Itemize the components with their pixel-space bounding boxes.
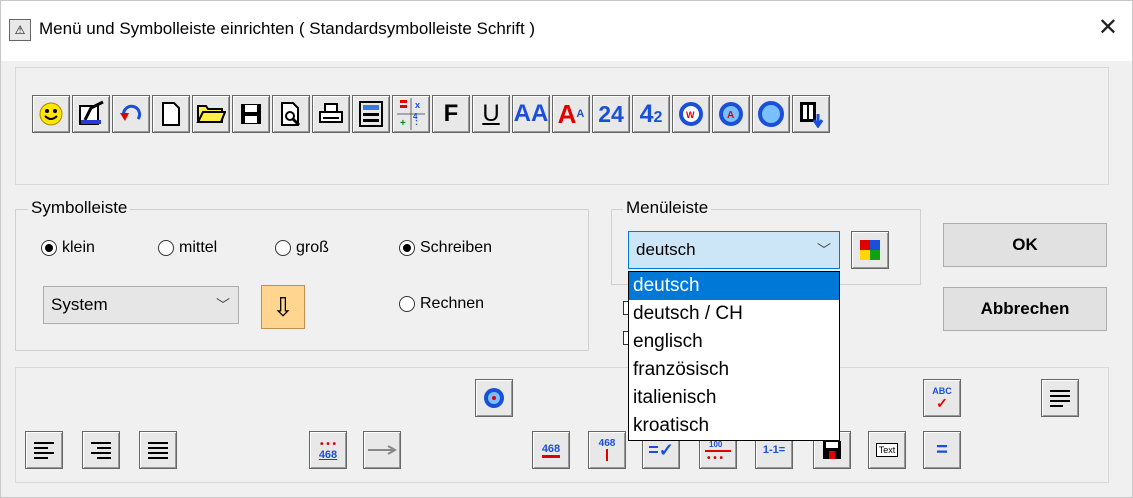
print-icon[interactable] [312, 95, 350, 133]
radio-klein[interactable]: klein [41, 239, 95, 257]
arrow-down-button[interactable]: ⇩ [261, 285, 305, 329]
written-addition-icon[interactable]: 468 [532, 431, 570, 469]
window-title: Menü und Symbolleiste einrichten ( Stand… [39, 19, 536, 38]
smiley-icon[interactable] [32, 95, 70, 133]
dropdown-option[interactable]: englisch [629, 328, 839, 356]
dropdown-option[interactable]: deutsch / CH [629, 300, 839, 328]
new-file-icon[interactable] [152, 95, 190, 133]
font-size-small: A [576, 108, 585, 120]
cancel-button[interactable]: Abbrechen [943, 287, 1107, 331]
radio-schreiben[interactable]: Schreiben [399, 239, 492, 257]
ok-button[interactable]: OK [943, 223, 1107, 267]
app-icon: ⚠ [9, 19, 31, 41]
save-icon[interactable] [232, 95, 270, 133]
title-bar: ⚠ Menü und Symbolleiste einrichten ( Sta… [1, 1, 1132, 61]
underline-u-icon[interactable]: U [472, 95, 510, 133]
menueleiste-select[interactable]: deutsch ﹀ [628, 231, 840, 269]
arrow-down-icon: ⇩ [272, 291, 294, 322]
menueleiste-select-value: deutsch [636, 240, 696, 259]
written-subtraction-icon[interactable]: 468 [588, 431, 626, 469]
written-addition-label: 468 [541, 443, 561, 458]
equals-label: = [936, 438, 948, 461]
chevron-down-icon: ﹀ [817, 242, 831, 258]
system-select-value: System [51, 295, 108, 314]
text-box-icon[interactable]: Text [868, 431, 906, 469]
circle-icon[interactable] [752, 95, 790, 133]
radio-dot [399, 240, 415, 256]
symbolleiste-group [15, 209, 589, 351]
svg-text:4: 4 [413, 112, 418, 121]
equals-icon[interactable]: = [923, 431, 961, 469]
radio-schreiben-label: Schreiben [420, 239, 493, 256]
undo-icon[interactable] [112, 95, 150, 133]
numbers-42-icon[interactable]: 42 [632, 95, 670, 133]
arrow-right-icon[interactable] [363, 431, 401, 469]
color-palette-button[interactable] [851, 231, 889, 269]
written-division-label: 468 [318, 448, 338, 461]
print-preview-icon[interactable] [272, 95, 310, 133]
bold-f-label: F [443, 100, 459, 127]
close-button[interactable]: ✕ [1098, 13, 1118, 42]
font-aa-icon[interactable]: AA [512, 95, 550, 133]
align-right-icon[interactable] [82, 431, 120, 469]
align-justify-icon[interactable] [139, 431, 177, 469]
bold-f-icon[interactable]: F [432, 95, 470, 133]
numbers-42-small: 2 [653, 109, 663, 126]
radio-gross-label: groß [296, 239, 329, 256]
radio-gross[interactable]: groß [275, 239, 329, 257]
circle-a-icon[interactable]: A [712, 95, 750, 133]
dropdown-option[interactable]: italienisch [629, 384, 839, 412]
svg-text:• • •: • • • [707, 453, 724, 463]
svg-text:x: x [415, 100, 420, 110]
font-size-icon[interactable]: AA [552, 95, 590, 133]
radio-dot [399, 296, 415, 312]
numbers-24-icon[interactable]: 24 [592, 95, 630, 133]
align-left-2-icon[interactable] [1041, 379, 1079, 417]
symbolleiste-label: Symbolleiste [28, 198, 131, 218]
font-size-big: A [557, 98, 577, 129]
underline-u-label: U [482, 100, 500, 127]
edit-document-icon[interactable] [72, 95, 110, 133]
radio-klein-label: klein [62, 239, 95, 256]
written-subtraction-label: 468 [598, 438, 616, 449]
svg-text:A: A [727, 110, 734, 121]
radio-rechnen-label: Rechnen [420, 295, 485, 312]
svg-text:W: W [686, 110, 695, 120]
calculator-icon[interactable] [352, 95, 390, 133]
numbers-24-label: 24 [598, 100, 624, 127]
dialog-window: ⚠ Menü und Symbolleiste einrichten ( Sta… [0, 0, 1133, 498]
math-grid-icon[interactable]: x: +4 [392, 95, 430, 133]
align-left-icon[interactable] [25, 431, 63, 469]
radio-dot [275, 240, 291, 256]
spellcheck-icon[interactable]: ABC ✓ [923, 379, 961, 417]
open-folder-icon[interactable] [192, 95, 230, 133]
font-aa-label: AA [513, 100, 549, 127]
dropdown-option[interactable]: deutsch [629, 272, 839, 300]
numbers-42-big: 4 [639, 99, 654, 128]
radio-rechnen[interactable]: Rechnen [399, 295, 484, 313]
dropdown-option[interactable]: französisch [629, 356, 839, 384]
menueleiste-dropdown-list: deutsch deutsch / CH englisch französisc… [628, 271, 840, 441]
text-box-label: Text [875, 443, 899, 457]
svg-text:+: + [400, 118, 406, 129]
circle-w-icon[interactable]: W [672, 95, 710, 133]
color-palette-icon [860, 240, 880, 260]
system-select[interactable]: System ﹀ [43, 286, 239, 324]
check-equals-label: =✓ [648, 439, 674, 460]
chevron-down-icon: ﹀ [216, 297, 230, 313]
one-minus-label: 1-1= [762, 444, 786, 456]
radio-dot [41, 240, 57, 256]
radio-mittel[interactable]: mittel [158, 239, 217, 257]
written-division-icon[interactable]: • • • 468 [309, 431, 347, 469]
radio-mittel-label: mittel [179, 239, 218, 256]
radio-dot [158, 240, 174, 256]
svg-text:100: 100 [709, 440, 723, 449]
dropdown-option[interactable]: kroatisch [629, 412, 839, 440]
target-circle-icon[interactable] [475, 379, 513, 417]
book-exit-icon[interactable] [792, 95, 830, 133]
menueleiste-label: Menüleiste [623, 198, 712, 218]
